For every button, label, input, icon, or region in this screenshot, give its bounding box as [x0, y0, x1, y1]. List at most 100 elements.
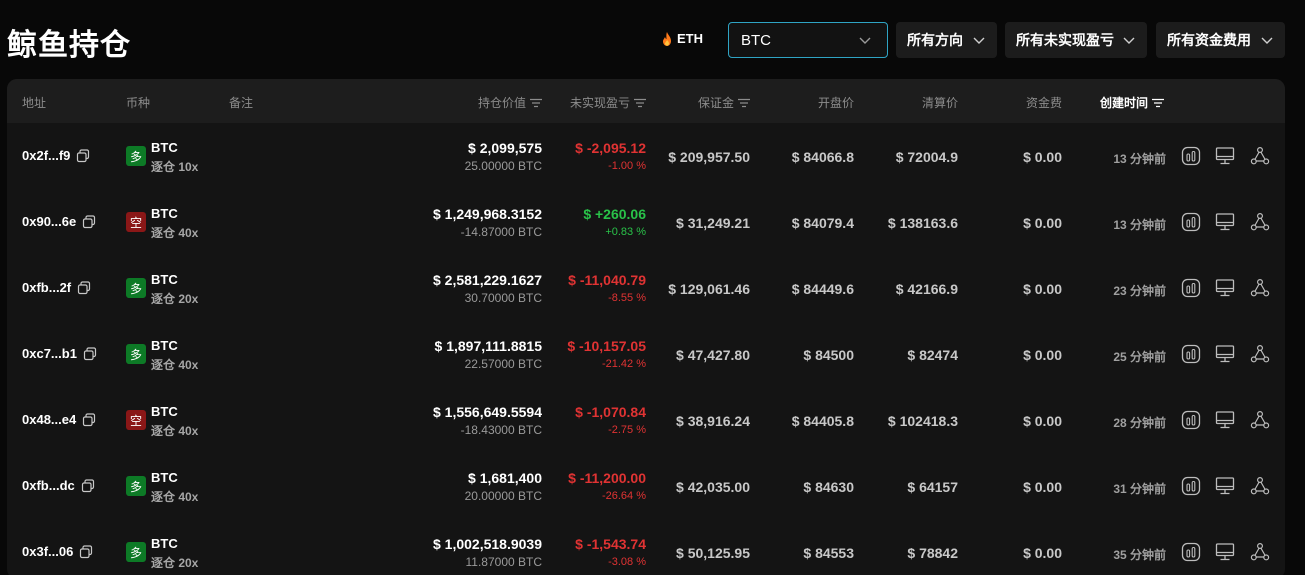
address-text[interactable]: 0xfb...dc: [22, 478, 75, 493]
position-value: $ 1,681,400: [468, 470, 542, 486]
address-cell[interactable]: 0xfb...2f: [22, 280, 91, 295]
header-pnl[interactable]: 未实现盈亏: [570, 94, 646, 111]
monitor-icon[interactable]: [1215, 344, 1235, 364]
sort-icon: [634, 98, 646, 107]
share-icon[interactable]: [1250, 146, 1270, 166]
position-size: 11.87000 BTC: [465, 555, 543, 569]
header-note-label: 备注: [229, 96, 254, 110]
position-size: 25.00000 BTC: [464, 159, 542, 173]
address-text[interactable]: 0x90...6e: [22, 214, 76, 229]
funding-filter[interactable]: 所有资金费用: [1156, 22, 1285, 58]
table-row[interactable]: 0xc7...b1 多 BTC 逐仓 40x $ 1,897,111.8815 …: [7, 321, 1285, 387]
chart-icon[interactable]: [1181, 278, 1201, 298]
position-size: 30.70000 BTC: [464, 291, 542, 305]
copy-icon[interactable]: [81, 478, 95, 493]
address-cell[interactable]: 0x2f...f9: [22, 148, 90, 163]
pnl-filter[interactable]: 所有未实现盈亏: [1005, 22, 1147, 58]
copy-icon[interactable]: [77, 280, 91, 295]
table-row[interactable]: 0xfb...dc 多 BTC 逐仓 40x $ 1,681,400 20.00…: [7, 453, 1285, 519]
flame-icon: [663, 31, 671, 46]
liquidation-price: $ 82474: [907, 347, 958, 363]
share-icon[interactable]: [1250, 410, 1270, 430]
share-icon[interactable]: [1250, 542, 1270, 562]
address-cell[interactable]: 0x48...e4: [22, 412, 96, 427]
unrealized-pnl: $ -10,157.05: [567, 338, 646, 354]
address-text[interactable]: 0x3f...06: [22, 544, 73, 559]
header-created[interactable]: 创建时间: [1100, 94, 1165, 111]
unrealized-pnl-pct: -2.75 %: [608, 424, 646, 436]
address-text[interactable]: 0x2f...f9: [22, 148, 70, 163]
coin-select[interactable]: BTC: [728, 22, 888, 58]
margin-value: $ 209,957.50: [668, 149, 750, 165]
leverage-text: 逐仓 20x: [151, 556, 199, 570]
share-icon[interactable]: [1250, 212, 1270, 232]
header-pnl-label: 未实现盈亏: [569, 96, 630, 110]
eth-label: ETH: [677, 31, 703, 46]
position-value: $ 1,897,111.8815: [434, 338, 542, 354]
toolbar: ETH BTC 所有方向 所有未实现盈亏 所有资金费用: [0, 22, 1305, 58]
coin-name: BTC: [151, 338, 178, 353]
liquidation-price: $ 102418.3: [887, 413, 958, 429]
leverage-text: 逐仓 20x: [151, 292, 199, 306]
address-cell[interactable]: 0xfb...dc: [22, 478, 95, 493]
liquidation-price: $ 72004.9: [895, 149, 958, 165]
header-liq: 清算价: [922, 94, 958, 111]
share-icon[interactable]: [1250, 278, 1270, 298]
table-row[interactable]: 0x90...6e 空 BTC 逐仓 40x $ 1,249,968.3152 …: [7, 189, 1285, 255]
address-text[interactable]: 0x48...e4: [22, 412, 76, 427]
leverage-text: 逐仓 40x: [151, 490, 199, 504]
table-row[interactable]: 0x2f...f9 多 BTC 逐仓 10x $ 2,099,575 25.00…: [7, 123, 1285, 189]
funding-fee: $ 0.00: [1023, 281, 1062, 297]
coin-select-value: BTC: [741, 31, 771, 49]
share-icon[interactable]: [1250, 344, 1270, 364]
copy-icon[interactable]: [82, 412, 96, 427]
copy-icon[interactable]: [79, 544, 93, 559]
monitor-icon[interactable]: [1215, 410, 1235, 430]
address-cell[interactable]: 0x90...6e: [22, 214, 96, 229]
copy-icon[interactable]: [83, 346, 97, 361]
unrealized-pnl: $ +260.06: [583, 206, 646, 222]
position-size: 20.00000 BTC: [464, 489, 542, 503]
chart-icon[interactable]: [1181, 344, 1201, 364]
share-icon[interactable]: [1250, 476, 1270, 496]
header-value-label: 持仓价值: [477, 96, 526, 110]
chart-icon[interactable]: [1181, 476, 1201, 496]
table-row[interactable]: 0x48...e4 空 BTC 逐仓 40x $ 1,556,649.5594 …: [7, 387, 1285, 453]
funding-fee: $ 0.00: [1023, 545, 1062, 561]
address-cell[interactable]: 0x3f...06: [22, 544, 93, 559]
copy-icon[interactable]: [82, 214, 96, 229]
monitor-icon[interactable]: [1215, 146, 1235, 166]
chart-icon[interactable]: [1181, 410, 1201, 430]
header-funding-label: 资金费: [1025, 96, 1062, 110]
created-time: 13 分钟前: [1113, 152, 1166, 166]
header-margin[interactable]: 保证金: [698, 94, 750, 111]
copy-icon[interactable]: [76, 148, 90, 163]
created-time: 13 分钟前: [1113, 218, 1166, 232]
address-text[interactable]: 0xc7...b1: [22, 346, 77, 361]
position-value: $ 1,249,968.3152: [433, 206, 542, 222]
monitor-icon[interactable]: [1215, 278, 1235, 298]
monitor-icon[interactable]: [1215, 212, 1235, 232]
eth-link[interactable]: ETH: [661, 31, 703, 46]
unrealized-pnl-pct: -3.08 %: [608, 556, 646, 568]
sort-icon: [1152, 98, 1165, 107]
table-row[interactable]: 0xfb...2f 多 BTC 逐仓 20x $ 2,581,229.1627 …: [7, 255, 1285, 321]
header-note: 备注: [229, 94, 253, 111]
chart-icon[interactable]: [1181, 212, 1201, 232]
position-value: $ 2,581,229.1627: [433, 272, 542, 288]
monitor-icon[interactable]: [1215, 542, 1235, 562]
monitor-icon[interactable]: [1215, 476, 1235, 496]
unrealized-pnl: $ -11,200.00: [568, 470, 646, 486]
chart-icon[interactable]: [1181, 542, 1201, 562]
address-text[interactable]: 0xfb...2f: [22, 280, 71, 295]
position-value: $ 2,099,575: [468, 140, 542, 156]
header-value[interactable]: 持仓价值: [478, 94, 542, 111]
created-time: 25 分钟前: [1113, 350, 1166, 364]
table-header: 地址 币种 备注 持仓价值 未实现盈亏 保证金 开盘价 清算价 资金费 创建时间: [7, 79, 1285, 123]
chart-icon[interactable]: [1181, 146, 1201, 166]
coin-name: BTC: [151, 470, 178, 485]
created-time: 23 分钟前: [1113, 284, 1166, 298]
address-cell[interactable]: 0xc7...b1: [22, 346, 97, 361]
direction-filter[interactable]: 所有方向: [896, 22, 997, 58]
table-row[interactable]: 0x3f...06 多 BTC 逐仓 20x $ 1,002,518.9039 …: [7, 519, 1285, 575]
